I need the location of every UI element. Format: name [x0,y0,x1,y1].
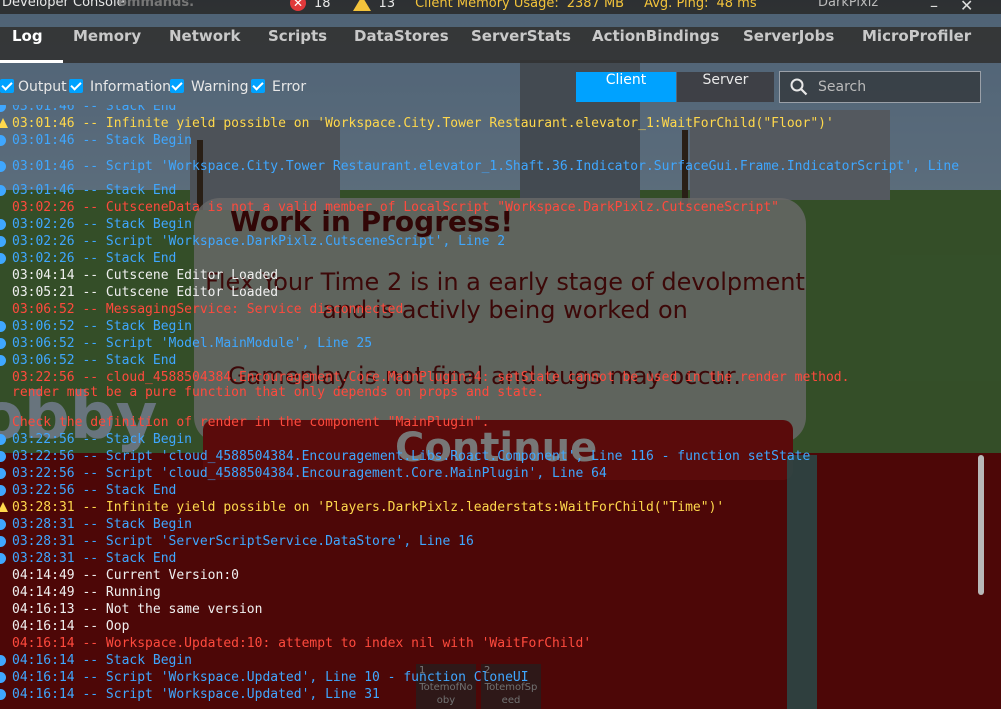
tab-actionbindings[interactable]: ActionBindings [592,27,719,63]
log-line-error[interactable]: 04:16:14 -- Workspace.Updated:10: attemp… [12,635,591,652]
search-box[interactable] [779,71,981,103]
info-icon [0,451,6,462]
error-filter-label: Error [272,79,307,95]
error-icon[interactable]: ✕ [290,0,306,11]
minimize-icon[interactable]: – [930,0,938,15]
client-toggle[interactable]: Client [576,72,676,102]
log-line-error[interactable]: Check the definition of render in the co… [12,414,489,431]
log-line-error[interactable]: 03:06:52 -- MessagingService: Service di… [12,301,403,318]
log-line-info[interactable]: 03:02:26 -- Stack Begin [12,216,192,233]
ping-label: Avg. Ping: [644,0,709,11]
log-line-info[interactable]: 03:06:52 -- Script 'Model.MainModule', L… [12,335,372,352]
info-icon [0,105,6,112]
info-icon [0,355,6,366]
info-icon [0,672,6,683]
log-line-output[interactable]: 04:14:49 -- Current Version:0 [12,567,239,584]
log-line-info[interactable]: 03:01:46 -- Script 'Workspace.City.Tower… [12,158,959,175]
developer-console: Developer Console ommands. ✕ 18 13 Clien… [0,0,1001,709]
log-line-info[interactable]: 03:01:46 -- Stack Begin [12,132,192,149]
search-icon [790,78,808,96]
memory-value: 2387 MB [566,0,625,11]
tab-network[interactable]: Network [169,27,240,63]
search-input[interactable] [816,77,975,97]
log-line-info[interactable]: 03:02:26 -- Stack End [12,250,176,267]
error-filter-checkbox[interactable] [251,79,265,93]
ping-value: 48 ms [716,0,757,11]
tab-serverstats[interactable]: ServerStats [471,27,571,63]
username: DarkPixlz [818,0,879,10]
info-icon [0,468,6,479]
info-icon [0,485,6,496]
log-line-info[interactable]: 04:16:14 -- Script 'Workspace.Updated', … [12,669,529,686]
background-command-text: ommands. [118,0,195,10]
tab-scripts[interactable]: Scripts [268,27,327,63]
info-icon [0,519,6,530]
log-scrollbar[interactable] [978,455,984,595]
log-line-info[interactable]: 03:22:56 -- Script 'cloud_4588504384.Enc… [12,465,607,482]
warning-icon [0,118,8,128]
close-icon[interactable]: ✕ [960,0,973,15]
tab-microprofiler[interactable]: MicroProfiler [862,27,971,63]
info-icon [0,553,6,564]
log-line-output[interactable]: 03:05:21 -- Cutscene Editor Loaded [12,284,278,301]
log-line-info[interactable]: 03:01:46 -- Stack End [12,105,176,115]
tab-memory[interactable]: Memory [73,27,141,63]
log-line-info[interactable]: 03:06:52 -- Stack Begin [12,318,192,335]
output-filter-label: Output [18,79,67,95]
info-icon [0,689,6,700]
output-filter-checkbox[interactable] [0,79,14,93]
info-icon [0,236,6,247]
console-title: Developer Console [2,0,125,10]
log-line-info[interactable]: 03:28:31 -- Stack Begin [12,516,192,533]
info-icon [0,655,6,666]
info-icon [0,434,6,445]
warning-filter-checkbox[interactable] [170,79,184,93]
log-line-output[interactable]: 04:16:14 -- Oop [12,618,129,635]
info-icon [0,161,6,172]
info-icon [0,321,6,332]
info-icon [0,219,6,230]
warning-icon[interactable] [352,0,371,11]
log-line-info[interactable]: 03:22:56 -- Stack End [12,482,176,499]
info-icon [0,536,6,547]
log-line-output[interactable]: 04:16:13 -- Not the same version [12,601,262,618]
information-filter-label: Information [90,79,172,95]
log-line-info[interactable]: 04:16:14 -- Stack Begin [12,652,192,669]
information-filter-checkbox[interactable] [69,79,83,93]
log-line-info[interactable]: 03:28:31 -- Stack End [12,550,176,567]
log-line-error[interactable]: 03:02:26 -- CutsceneData is not a valid … [12,199,779,216]
log-line-output[interactable]: 03:04:14 -- Cutscene Editor Loaded [12,267,278,284]
tab-serverjobs[interactable]: ServerJobs [743,27,834,63]
log-line-info[interactable]: 03:22:56 -- Script 'cloud_4588504384.Enc… [12,448,810,465]
warning-filter-label: Warning [191,79,249,95]
log-line-output[interactable]: 04:14:49 -- Running [12,584,161,601]
info-icon [0,338,6,349]
tab-log[interactable]: Log [12,27,43,63]
info-icon [0,135,6,146]
log-line-warning[interactable]: 03:01:46 -- Infinite yield possible on '… [12,115,834,132]
log-line-error[interactable]: render must be a pure function that only… [12,384,544,401]
log-line-info[interactable]: 03:22:56 -- Stack Begin [12,431,192,448]
log-line-warning[interactable]: 03:28:31 -- Infinite yield possible on '… [12,499,724,516]
console-stats: ✕ 18 13 Client Memory Usage: 2387 MB Avg… [290,0,757,11]
server-toggle[interactable]: Server [677,72,774,102]
error-count[interactable]: 18 [314,0,331,11]
info-icon [0,185,6,196]
warning-count[interactable]: 13 [379,0,396,11]
memory-label: Client Memory Usage: [415,0,559,11]
log-line-info[interactable]: 03:02:26 -- Script 'Workspace.DarkPixlz.… [12,233,505,250]
log-line-info[interactable]: 03:28:31 -- Script 'ServerScriptService.… [12,533,474,550]
log-line-info[interactable]: 03:06:52 -- Stack End [12,352,176,369]
info-icon [0,253,6,264]
log-line-info[interactable]: 04:16:14 -- Script 'Workspace.Updated', … [12,686,380,703]
active-tab-indicator [0,60,63,63]
log-line-info[interactable]: 03:01:46 -- Stack End [12,182,176,199]
log-output[interactable]: 03:01:46 -- Stack End 03:01:46 -- Infinit… [0,105,980,709]
warning-icon [0,502,8,512]
tab-datastores[interactable]: DataStores [354,27,449,63]
